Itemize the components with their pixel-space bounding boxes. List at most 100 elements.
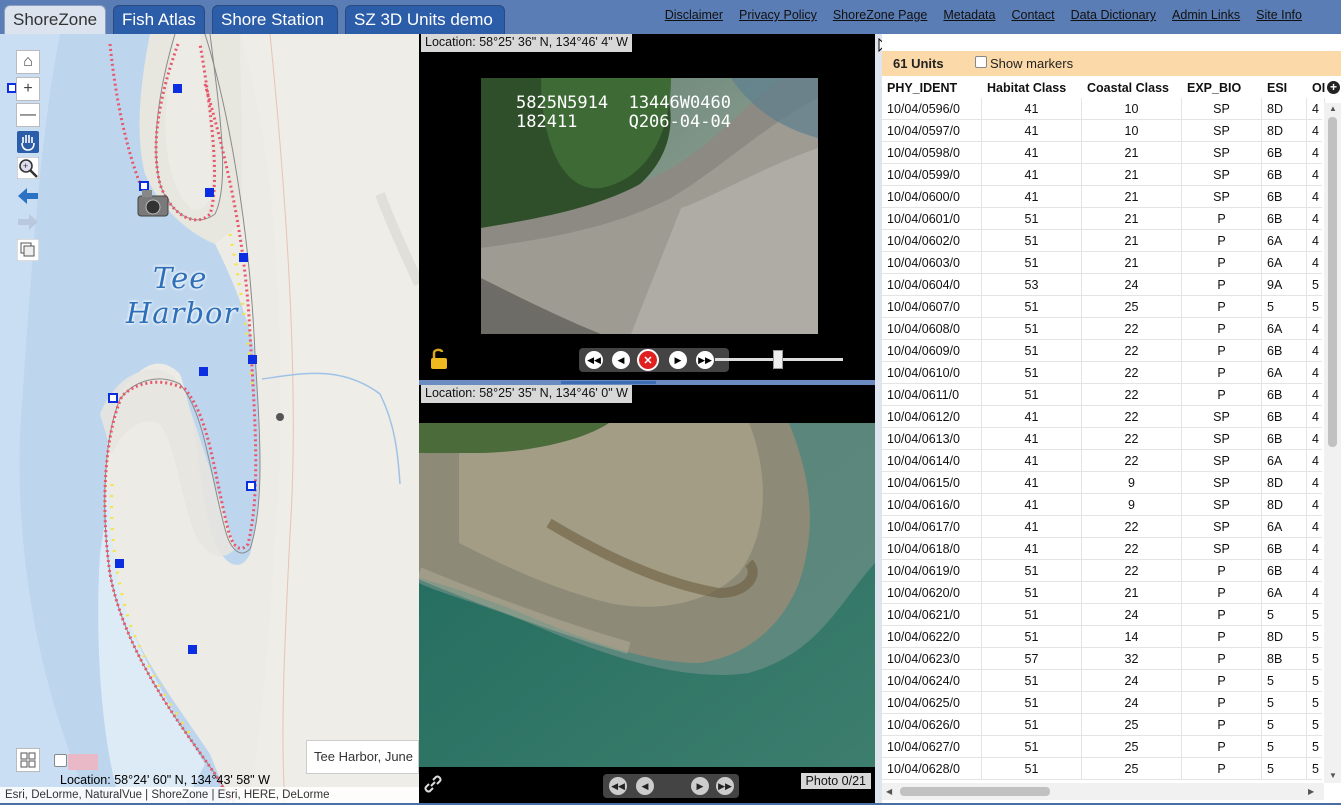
fast-forward-button[interactable]: ▶▶ bbox=[696, 351, 714, 369]
table-row[interactable]: 10/04/0618/0 41 22 SP 6B 4 bbox=[882, 538, 1325, 560]
table-cell: 10/04/0622/0 bbox=[882, 626, 982, 648]
rewind-fast-button[interactable]: ◀◀ bbox=[585, 351, 603, 369]
table-cell: 4 bbox=[1307, 98, 1325, 120]
link-privacy-policy[interactable]: Privacy Policy bbox=[739, 8, 817, 22]
video-location: Location: 58°25' 36" N, 134°46' 4" W bbox=[421, 34, 632, 52]
col-header-phy-ident[interactable]: PHY_IDENT bbox=[882, 76, 982, 98]
table-row[interactable]: 10/04/0628/0 51 25 P 5 5 bbox=[882, 758, 1325, 780]
table-row[interactable]: 10/04/0613/0 41 22 SP 6B 4 bbox=[882, 428, 1325, 450]
table-row[interactable]: 10/04/0604/0 53 24 P 9A 5 bbox=[882, 274, 1325, 296]
col-header-esi[interactable]: ESI bbox=[1262, 76, 1307, 98]
table-cell: SP bbox=[1182, 120, 1262, 142]
table-row[interactable]: 10/04/0615/0 41 9 SP 8D 4 bbox=[882, 472, 1325, 494]
table-row[interactable]: 10/04/0614/0 41 22 SP 6A 4 bbox=[882, 450, 1325, 472]
video-frame[interactable]: 5825N5914 13446W0460 182411 Q206-04-04 bbox=[481, 78, 818, 334]
lock-button[interactable] bbox=[430, 348, 448, 375]
table-row[interactable]: 10/04/0603/0 51 21 P 6A 4 bbox=[882, 252, 1325, 274]
show-markers-checkbox[interactable] bbox=[975, 56, 987, 68]
scroll-right-icon[interactable]: ▶ bbox=[1308, 787, 1314, 796]
link-admin-links[interactable]: Admin Links bbox=[1172, 8, 1240, 22]
table-row[interactable]: 10/04/0598/0 41 21 SP 6B 4 bbox=[882, 142, 1325, 164]
table-row[interactable]: 10/04/0612/0 41 22 SP 6B 4 bbox=[882, 406, 1325, 428]
table-row[interactable]: 10/04/0610/0 51 22 P 6A 4 bbox=[882, 362, 1325, 384]
zoom-in-button[interactable]: + bbox=[16, 77, 40, 101]
col-header-coastal-class[interactable]: Coastal Class bbox=[1082, 76, 1182, 98]
pan-tool-button[interactable] bbox=[16, 130, 40, 154]
table-cell: 10/04/0616/0 bbox=[882, 494, 982, 516]
photo-frame[interactable] bbox=[419, 423, 875, 767]
stop-button[interactable]: ✕ bbox=[637, 349, 659, 371]
table-cell: 51 bbox=[982, 604, 1082, 626]
link-contact[interactable]: Contact bbox=[1011, 8, 1054, 22]
link-disclaimer[interactable]: Disclaimer bbox=[665, 8, 723, 22]
link-button[interactable] bbox=[423, 774, 443, 799]
table-cell: 24 bbox=[1082, 692, 1182, 714]
table-cell: 10/04/0607/0 bbox=[882, 296, 982, 318]
table-row[interactable]: 10/04/0599/0 41 21 SP 6B 4 bbox=[882, 164, 1325, 186]
step-back-button[interactable]: ◀ bbox=[612, 351, 630, 369]
zoom-box-button[interactable]: + bbox=[16, 156, 40, 180]
table-cell: 41 bbox=[982, 120, 1082, 142]
col-header-oi[interactable]: OI bbox=[1307, 76, 1325, 98]
table-row[interactable]: 10/04/0617/0 41 22 SP 6A 4 bbox=[882, 516, 1325, 538]
table-row[interactable]: 10/04/0626/0 51 25 P 5 5 bbox=[882, 714, 1325, 736]
table-cell: 10/04/0617/0 bbox=[882, 516, 982, 538]
table-row[interactable]: 10/04/0602/0 51 21 P 6A 4 bbox=[882, 230, 1325, 252]
table-row[interactable]: 10/04/0624/0 51 24 P 5 5 bbox=[882, 670, 1325, 692]
table-row[interactable]: 10/04/0620/0 51 21 P 6A 4 bbox=[882, 582, 1325, 604]
scroll-left-icon[interactable]: ◀ bbox=[886, 787, 892, 796]
table-row[interactable]: 10/04/0616/0 41 9 SP 8D 4 bbox=[882, 494, 1325, 516]
zoom-out-button[interactable]: — bbox=[16, 103, 40, 127]
table-cell: 6A bbox=[1262, 450, 1307, 472]
table-row[interactable]: 10/04/0601/0 51 21 P 6B 4 bbox=[882, 208, 1325, 230]
table-row[interactable]: 10/04/0600/0 41 21 SP 6B 4 bbox=[882, 186, 1325, 208]
table-row[interactable]: 10/04/0607/0 51 25 P 5 5 bbox=[882, 296, 1325, 318]
table-cell: P bbox=[1182, 274, 1262, 296]
link-site-info[interactable]: Site Info bbox=[1256, 8, 1302, 22]
scroll-thumb-horizontal[interactable] bbox=[900, 787, 1050, 796]
table-cell: 24 bbox=[1082, 604, 1182, 626]
scroll-up-icon[interactable]: ▲ bbox=[1329, 104, 1337, 113]
back-extent-button[interactable] bbox=[16, 184, 40, 208]
photo-first-button[interactable]: ◀◀ bbox=[609, 777, 627, 795]
col-header-habitat-class[interactable]: Habitat Class bbox=[982, 76, 1082, 98]
table-row[interactable]: 10/04/0608/0 51 22 P 6A 4 bbox=[882, 318, 1325, 340]
map-layer-checkbox[interactable] bbox=[54, 754, 67, 767]
panel-divider[interactable] bbox=[875, 34, 890, 803]
map-panel[interactable]: ⌂ + — + Tee Harbor Tee Harbor, June Loca… bbox=[0, 34, 419, 803]
forward-extent-button[interactable] bbox=[16, 210, 40, 234]
scroll-thumb-vertical[interactable] bbox=[1328, 117, 1337, 447]
table-row[interactable]: 10/04/0622/0 51 14 P 8D 5 bbox=[882, 626, 1325, 648]
table-horizontal-scrollbar[interactable]: ◀ ▶ bbox=[882, 783, 1324, 800]
table-row[interactable]: 10/04/0621/0 51 24 P 5 5 bbox=[882, 604, 1325, 626]
photo-prev-button[interactable]: ◀ bbox=[636, 777, 654, 795]
table-row[interactable]: 10/04/0609/0 51 22 P 6B 4 bbox=[882, 340, 1325, 362]
link-data-dictionary[interactable]: Data Dictionary bbox=[1071, 8, 1156, 22]
tab-sz-3d-units-demo[interactable]: SZ 3D Units demo bbox=[345, 5, 505, 34]
tab-shorezone[interactable]: ShoreZone bbox=[4, 5, 106, 34]
link-metadata[interactable]: Metadata bbox=[943, 8, 995, 22]
table-row[interactable]: 10/04/0596/0 41 10 SP 8D 4 bbox=[882, 98, 1325, 120]
photo-next-button[interactable]: ▶ bbox=[691, 777, 709, 795]
table-row[interactable]: 10/04/0625/0 51 24 P 5 5 bbox=[882, 692, 1325, 714]
table-cell: 9A bbox=[1262, 274, 1307, 296]
table-row[interactable]: 10/04/0619/0 51 22 P 6B 4 bbox=[882, 560, 1325, 582]
link-shorezone-page[interactable]: ShoreZone Page bbox=[833, 8, 928, 22]
home-button[interactable]: ⌂ bbox=[16, 50, 40, 74]
table-row[interactable]: 10/04/0611/0 51 22 P 6B 4 bbox=[882, 384, 1325, 406]
col-header-exp-bio[interactable]: EXP_BIO bbox=[1182, 76, 1262, 98]
table-row[interactable]: 10/04/0623/0 57 32 P 8B 5 bbox=[882, 648, 1325, 670]
speed-slider-handle[interactable] bbox=[773, 350, 783, 369]
add-column-button[interactable]: + bbox=[1327, 81, 1340, 94]
legend-button[interactable] bbox=[16, 748, 40, 772]
scroll-down-icon[interactable]: ▼ bbox=[1329, 771, 1337, 780]
table-row[interactable]: 10/04/0597/0 41 10 SP 8D 4 bbox=[882, 120, 1325, 142]
play-button[interactable]: ▶ bbox=[669, 351, 687, 369]
tab-shore-station[interactable]: Shore Station bbox=[212, 5, 338, 34]
tab-fish-atlas[interactable]: Fish Atlas bbox=[113, 5, 205, 34]
table-cell: 51 bbox=[982, 230, 1082, 252]
layers-button[interactable] bbox=[16, 238, 40, 262]
table-vertical-scrollbar[interactable]: ▲ ▼ bbox=[1324, 103, 1341, 783]
photo-last-button[interactable]: ▶▶ bbox=[716, 777, 734, 795]
table-row[interactable]: 10/04/0627/0 51 25 P 5 5 bbox=[882, 736, 1325, 758]
